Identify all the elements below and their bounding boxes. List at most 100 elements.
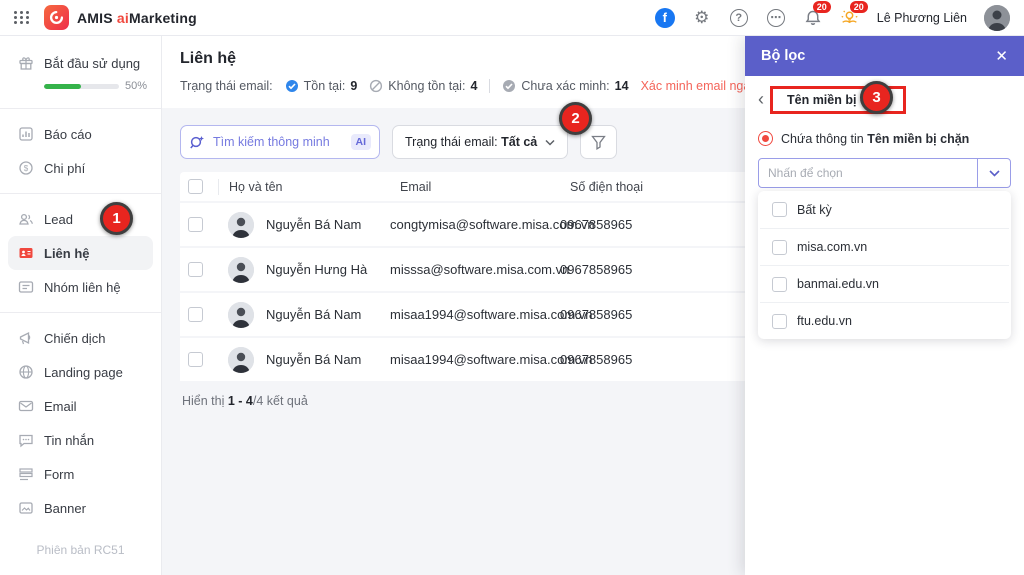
sidebar-item-chi-phi[interactable]: $ Chi phí xyxy=(0,151,161,185)
status-unverified: Chưa xác minh:14 xyxy=(502,79,628,93)
ai-badge: AI xyxy=(351,134,372,150)
option-ftu-edu-vn[interactable]: ftu.edu.vn xyxy=(760,302,1009,339)
filter-panel-title: Bộ lọc xyxy=(761,48,805,64)
chevron-down-icon xyxy=(545,139,555,146)
option-checkbox[interactable] xyxy=(772,314,787,329)
option-misa-com-vn[interactable]: misa.com.vn xyxy=(760,228,1009,265)
row-checkbox[interactable] xyxy=(188,217,203,232)
user-avatar[interactable] xyxy=(984,5,1010,31)
domain-options-dropdown: Bất kỳ misa.com.vn banmai.edu.vn ftu.edu… xyxy=(758,191,1011,339)
contact-email: misssa@software.misa.com.vn xyxy=(390,262,560,277)
header-email: Email xyxy=(390,179,560,195)
sidebar-item-label: Bắt đầu sử dụng xyxy=(44,56,140,71)
funnel-filter-icon xyxy=(591,135,606,150)
brand-title: AMIS aiMarketing xyxy=(77,10,197,26)
status-exists: Tồn tại:9 xyxy=(285,79,358,93)
help-icon[interactable]: ? xyxy=(729,8,749,28)
contact-email: congtymisa@software.misa.com.vn xyxy=(390,217,560,232)
sidebar-item-form[interactable]: Form xyxy=(0,457,161,491)
sidebar-item-lead[interactable]: Lead xyxy=(0,202,161,236)
email-status-dropdown[interactable]: Trạng thái email: Tất cả xyxy=(392,125,568,159)
campaign-megaphone-icon xyxy=(18,330,34,346)
divider xyxy=(0,312,161,313)
contact-name: Nguyễn Bá Nam xyxy=(266,217,361,232)
app-logo-icon[interactable] xyxy=(44,5,69,30)
lead-people-icon xyxy=(18,211,34,227)
row-checkbox[interactable] xyxy=(188,307,203,322)
more-options-icon[interactable]: ⋯ xyxy=(766,8,786,28)
annotation-step-2: 2 xyxy=(559,102,592,135)
facebook-icon[interactable]: f xyxy=(655,8,675,28)
promo-badge: 20 xyxy=(850,1,868,14)
select-all-checkbox[interactable] xyxy=(188,179,203,194)
sidebar-item-nhom-lien-he[interactable]: Nhóm liên hệ xyxy=(0,270,161,304)
user-name[interactable]: Lê Phương Liên xyxy=(877,11,967,25)
option-checkbox[interactable] xyxy=(772,240,787,255)
sidebar-item-label: Form xyxy=(44,467,74,482)
domain-select-field[interactable] xyxy=(758,158,1011,188)
bell-badge: 20 xyxy=(813,1,831,14)
sidebar-item-lien-he[interactable]: Liên hệ xyxy=(8,236,153,270)
divider xyxy=(0,108,161,109)
status-not-exists: Không tồn tại:4 xyxy=(369,79,477,93)
chevron-down-icon xyxy=(989,170,1000,177)
annotation-step-1: 1 xyxy=(100,202,133,235)
search-input[interactable] xyxy=(213,135,344,149)
settings-gear-icon[interactable]: ⚙ xyxy=(692,8,712,28)
sidebar-item-label: Liên hệ xyxy=(44,246,90,261)
sidebar-item-onboarding[interactable]: Bắt đầu sử dụng xyxy=(0,46,161,80)
sidebar-item-email[interactable]: Email xyxy=(0,389,161,423)
contact-card-icon xyxy=(18,245,34,261)
contact-name: Nguyễn Bá Nam xyxy=(266,352,361,367)
radio-label: Chứa thông tin Tên miền bị chặn xyxy=(781,132,969,146)
sidebar-item-label: Banner xyxy=(44,501,86,516)
divider xyxy=(489,79,490,93)
verify-email-link[interactable]: Xác minh email ngay xyxy=(641,79,757,93)
form-lines-icon xyxy=(18,466,34,482)
status-prefix: Trạng thái email: xyxy=(180,79,273,93)
contact-avatar xyxy=(228,257,254,283)
row-checkbox[interactable] xyxy=(188,262,203,277)
sidebar-item-landing-page[interactable]: Landing page xyxy=(0,355,161,389)
row-checkbox[interactable] xyxy=(188,352,203,367)
sidebar: Bắt đầu sử dụng 50% Báo cáo $ Chi phí Le… xyxy=(0,36,162,575)
contact-name: Nguyễn Hưng Hà xyxy=(266,262,367,277)
option-checkbox[interactable] xyxy=(772,277,787,292)
app-launcher-icon[interactable] xyxy=(14,11,30,24)
sidebar-item-label: Tin nhắn xyxy=(44,433,94,448)
sidebar-item-chien-dich[interactable]: Chiến dịch xyxy=(0,321,161,355)
contact-email: misaa1994@software.misa.com.vn xyxy=(390,352,560,367)
smart-search-box[interactable]: AI xyxy=(180,125,380,159)
sidebar-item-tin-nhan[interactable]: Tin nhắn xyxy=(0,423,161,457)
filter-mode-radio-row[interactable]: Chứa thông tin Tên miền bị chặn xyxy=(758,131,1011,146)
version-label: Phiên bản RC51 xyxy=(0,543,161,557)
sidebar-item-bao-cao[interactable]: Báo cáo xyxy=(0,117,161,151)
contact-avatar xyxy=(228,347,254,373)
sidebar-item-label: Nhóm liên hệ xyxy=(44,280,121,295)
progress-fill xyxy=(44,84,81,89)
email-envelope-icon xyxy=(18,398,34,414)
report-chart-icon xyxy=(18,126,34,142)
sidebar-item-label: Báo cáo xyxy=(44,127,92,142)
divider xyxy=(0,193,161,194)
domain-select-input[interactable] xyxy=(759,159,977,187)
radio-selected-icon[interactable] xyxy=(758,131,773,146)
sidebar-item-banner[interactable]: Banner xyxy=(0,491,161,525)
landing-globe-icon xyxy=(18,364,34,380)
select-chevron-button[interactable] xyxy=(977,159,1010,187)
gift-icon xyxy=(18,55,34,71)
topbar: AMIS aiMarketing f ⚙ ? ⋯ 20 20 Lê Phương… xyxy=(0,0,1024,36)
whats-new-promo-icon[interactable]: 20 xyxy=(840,8,860,28)
message-bubble-icon xyxy=(18,432,34,448)
header-name: Họ và tên xyxy=(218,179,390,195)
sidebar-item-label: Chiến dịch xyxy=(44,331,105,346)
option-banmai-edu-vn[interactable]: banmai.edu.vn xyxy=(760,265,1009,302)
back-chevron-icon[interactable]: ‹ xyxy=(758,90,764,110)
option-checkbox[interactable] xyxy=(772,202,787,217)
sidebar-item-label: Lead xyxy=(44,212,73,227)
close-icon[interactable]: ✕ xyxy=(995,47,1008,65)
unverified-check-icon xyxy=(502,79,516,93)
option-bat-ky[interactable]: Bất kỳ xyxy=(760,191,1009,228)
sidebar-item-label: Landing page xyxy=(44,365,123,380)
notification-bell-icon[interactable]: 20 xyxy=(803,8,823,28)
